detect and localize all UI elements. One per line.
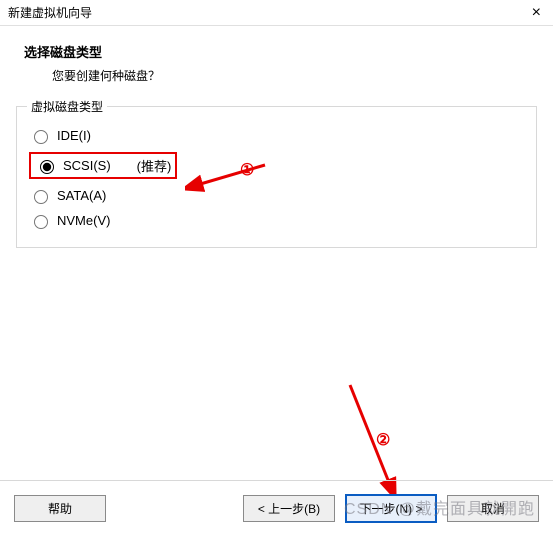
button-bar: 帮助 < 上一步(B) 下一步(N) > 取消: [0, 494, 553, 523]
radio-sata[interactable]: SATA(A): [27, 183, 526, 208]
radio-ide-label: IDE(I): [57, 128, 91, 143]
group-legend: 虚拟磁盘类型: [27, 98, 107, 115]
radio-ide[interactable]: IDE(I): [27, 123, 526, 148]
radio-sata-input[interactable]: [34, 190, 48, 204]
next-button[interactable]: 下一步(N) >: [345, 494, 437, 523]
radio-scsi-row: SCSI(S) (推荐): [27, 148, 526, 183]
wizard-header: 选择磁盘类型 您要创建何种磁盘？: [0, 26, 553, 94]
radio-nvme[interactable]: NVMe(V): [27, 208, 526, 233]
disk-type-group: 虚拟磁盘类型 IDE(I) SCSI(S) (推荐) SATA(A) NVMe(…: [16, 98, 537, 248]
radio-scsi-input[interactable]: [40, 160, 54, 174]
radio-sata-label: SATA(A): [57, 188, 106, 203]
separator: [0, 480, 553, 481]
radio-scsi-recommended: (推荐): [137, 156, 172, 175]
highlight-scsi: SCSI(S) (推荐): [29, 152, 177, 179]
annotation-number-2: ②: [376, 430, 390, 450]
page-subtext: 您要创建何种磁盘？: [24, 61, 533, 84]
radio-nvme-label: NVMe(V): [57, 213, 110, 228]
titlebar: 新建虚拟机向导 ×: [0, 0, 553, 26]
page-heading: 选择磁盘类型: [24, 42, 533, 61]
radio-scsi-label: SCSI(S): [63, 158, 111, 173]
radio-ide-input[interactable]: [34, 130, 48, 144]
content-area: 虚拟磁盘类型 IDE(I) SCSI(S) (推荐) SATA(A) NVMe(…: [0, 94, 553, 252]
help-button[interactable]: 帮助: [14, 495, 106, 522]
cancel-button[interactable]: 取消: [447, 495, 539, 522]
window-title: 新建虚拟机向导: [8, 4, 92, 21]
radio-nvme-input[interactable]: [34, 215, 48, 229]
annotation-number-1: ①: [240, 160, 254, 180]
close-icon[interactable]: ×: [528, 6, 545, 20]
back-button[interactable]: < 上一步(B): [243, 495, 335, 522]
